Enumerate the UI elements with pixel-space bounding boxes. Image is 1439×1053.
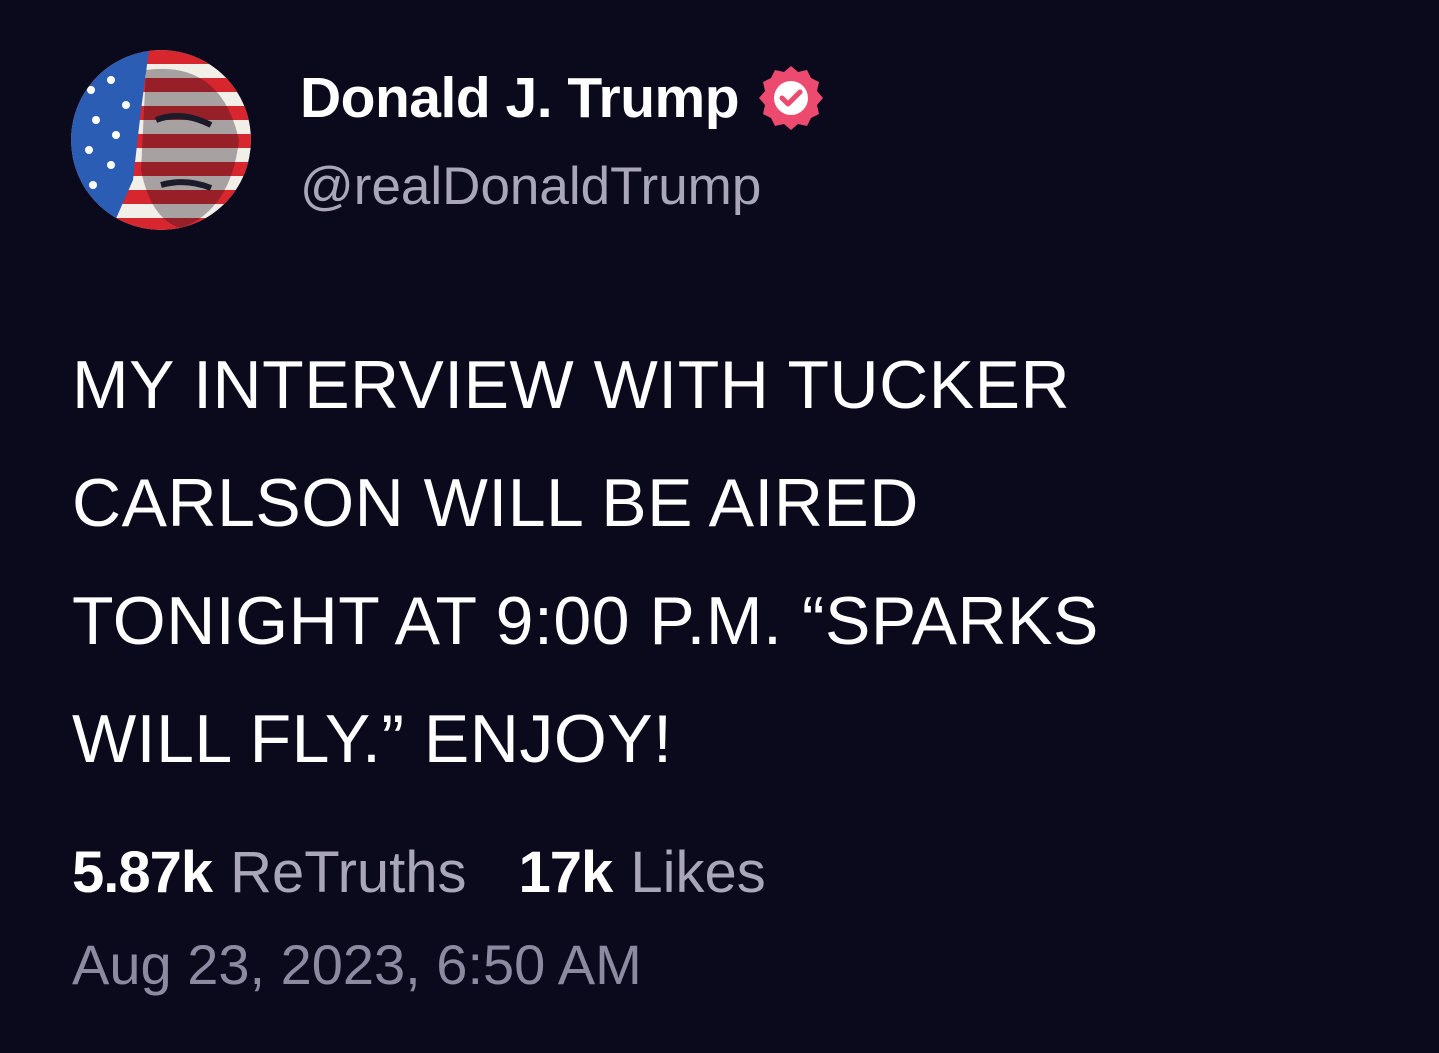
retruths-count: 5.87k	[72, 840, 213, 905]
author-avatar[interactable]	[71, 50, 251, 230]
post-text-line: CARLSON WILL BE AIRED	[72, 465, 919, 541]
retruths-stat[interactable]: 5.87k ReTruths	[72, 838, 467, 908]
author-handle[interactable]: @realDonaldTrump	[300, 160, 761, 213]
post-timestamp: Aug 23, 2023, 6:50 AM	[72, 933, 642, 996]
truth-post: Donald J. Trump @realDonaldTrump MY INTE…	[0, 0, 1439, 1053]
post-stats: 5.87k ReTruths 17k Likes	[72, 838, 766, 908]
post-body: MY INTERVIEW WITH TUCKER CARLSON WILL BE…	[72, 326, 1292, 798]
verified-badge-icon	[757, 64, 825, 132]
retruths-label: ReTruths	[230, 840, 467, 905]
post-text-line: MY INTERVIEW WITH TUCKER	[72, 347, 1071, 423]
likes-count: 17k	[518, 840, 614, 905]
likes-stat[interactable]: 17k Likes	[519, 838, 766, 908]
avatar-flag-portrait-icon	[71, 50, 251, 230]
post-text-line: WILL FLY.” ENJOY!	[72, 701, 673, 777]
likes-label: Likes	[630, 840, 766, 905]
post-text-line: TONIGHT AT 9:00 P.M. “SPARKS	[72, 583, 1099, 659]
author-display-name[interactable]: Donald J. Trump	[300, 69, 740, 127]
author-name-row: Donald J. Trump	[300, 62, 825, 134]
